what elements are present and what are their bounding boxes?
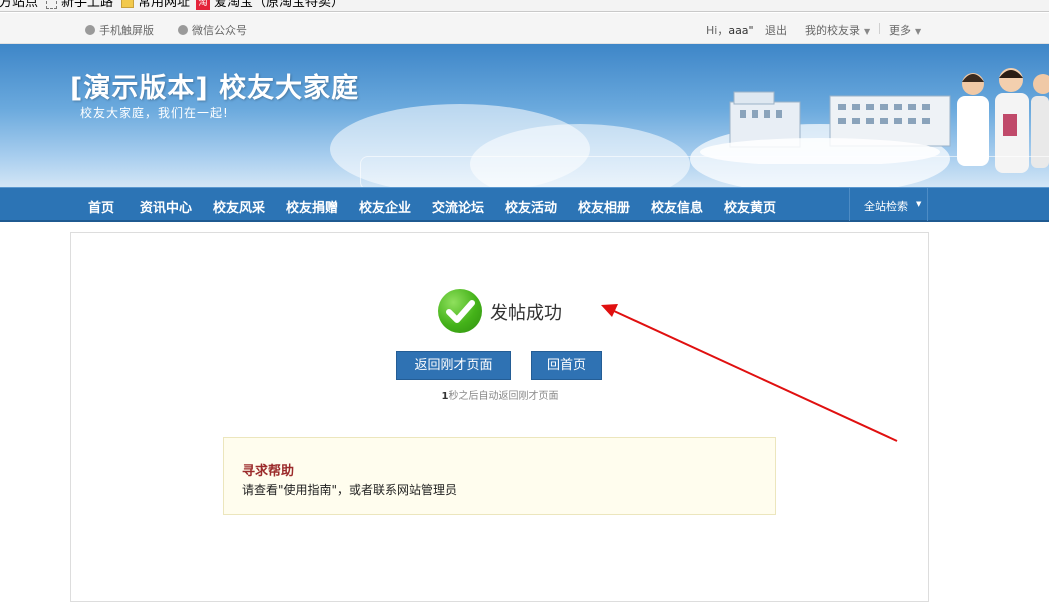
red-annotation-arrow <box>601 304 898 442</box>
